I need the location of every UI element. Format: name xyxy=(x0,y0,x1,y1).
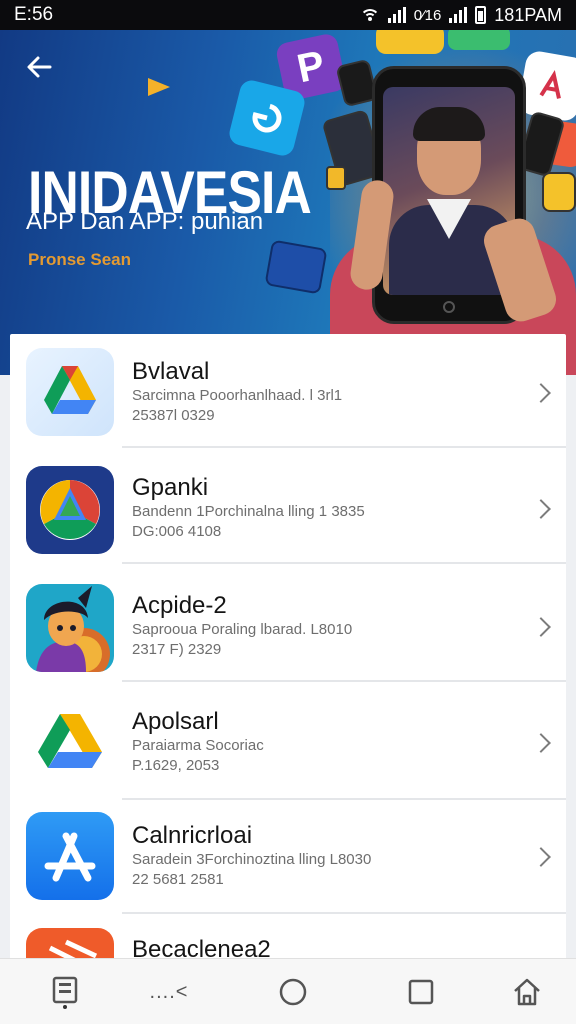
app-name: Gpanki xyxy=(132,474,209,501)
app-description: Sarcimna Pooorhanlhaad. l 3rl1 xyxy=(132,387,343,404)
app-meta: P.1629, 2053 xyxy=(132,757,220,774)
chevron-right-icon xyxy=(531,499,551,519)
floating-small-icon xyxy=(326,166,346,190)
house-button[interactable] xyxy=(510,975,544,1009)
home-circle-icon xyxy=(279,978,307,1006)
app-name: Bvlaval xyxy=(132,358,210,385)
app-description: Saprooua Poraling lbarad. L8010 xyxy=(132,621,353,638)
list-item[interactable]: Gpanki Bandenn 1Porchinalna lling 1 3835… xyxy=(10,450,566,564)
app-list: Bvlaval Sarcimna Pooorhanlhaad. l 3rl1 2… xyxy=(10,334,566,958)
chevron-right-icon xyxy=(531,847,551,867)
drive-triangle-icon xyxy=(26,348,114,436)
wifi-icon xyxy=(359,7,380,23)
divider xyxy=(122,446,566,448)
save-button[interactable] xyxy=(48,975,82,1009)
chevron-right-icon xyxy=(531,383,551,403)
divider xyxy=(122,562,566,564)
chrome-compass-icon xyxy=(26,466,114,554)
chevron-right-icon xyxy=(531,733,551,753)
back-button[interactable] xyxy=(24,52,60,88)
recent-square-icon xyxy=(408,979,434,1005)
share-icon: ....< xyxy=(149,980,189,1003)
app-name: Acpide-2 xyxy=(132,592,227,619)
list-item[interactable]: Acpide-2 Saprooua Poraling lbarad. L8010… xyxy=(10,568,566,682)
app-description: Saradein 3Forchinoztina lling L8030 xyxy=(132,851,372,868)
floating-appstore-icon xyxy=(264,239,328,295)
floating-swirl-icon xyxy=(226,77,308,159)
network-label: 0⁄16 xyxy=(413,6,442,24)
status-clock: 181PAM xyxy=(494,4,562,25)
app-meta: DG:006 4108 xyxy=(132,523,222,540)
arrow-left-icon xyxy=(27,56,52,78)
share-button[interactable]: ....< xyxy=(138,975,200,1009)
status-icons: 0⁄16 181PAM xyxy=(359,4,562,26)
app-name: Becaclenea2 xyxy=(132,936,271,958)
bottom-navigation: ....< xyxy=(0,958,576,1024)
list-item[interactable]: Bvlaval Sarcimna Pooorhanlhaad. l 3rl1 2… xyxy=(10,334,566,448)
house-icon xyxy=(514,978,540,1006)
app-name: Apolsarl xyxy=(132,708,219,735)
phone-home-button xyxy=(443,301,455,313)
list-item[interactable]: Becaclenea2 xyxy=(10,914,566,958)
signal-icon xyxy=(387,7,406,23)
avatar-character-icon xyxy=(26,584,114,672)
floating-speaker-icon xyxy=(542,172,576,212)
drive-logo-icon xyxy=(26,698,114,786)
app-description: Paraiarma Socoriac xyxy=(132,737,264,754)
app-store-icon xyxy=(26,812,114,900)
status-time: E:56 xyxy=(14,4,54,25)
home-button[interactable] xyxy=(276,975,310,1009)
person-hair xyxy=(413,107,485,141)
battery-icon xyxy=(475,6,487,24)
promo-banner: P INIDAVESIA APP Dan APP: puhian Pronse … xyxy=(0,30,576,375)
divider xyxy=(122,680,566,682)
app-name: Calnricrloai xyxy=(132,822,253,849)
list-item[interactable]: Apolsarl Paraiarma Socoriac P.1629, 2053 xyxy=(10,686,566,800)
chevron-right-icon xyxy=(531,617,551,637)
list-item[interactable]: Calnricrloai Saradein 3Forchinoztina lli… xyxy=(10,800,566,914)
floating-yellow-icon xyxy=(376,30,444,54)
app-meta: 2317 F) 2329 xyxy=(132,641,222,658)
save-icon xyxy=(52,976,78,1009)
orange-app-icon xyxy=(26,928,114,958)
floating-green-icon xyxy=(448,30,510,50)
recent-apps-button[interactable] xyxy=(404,975,438,1009)
signal-icon-2 xyxy=(449,7,468,23)
app-description: Bandenn 1Porchinalna lling 1 3835 xyxy=(132,503,365,520)
banner-subtitle: APP Dan APP: puhian xyxy=(26,208,264,235)
play-shape-icon xyxy=(148,78,170,96)
app-meta: 25387l 0329 xyxy=(132,407,215,424)
status-bar: E:56 0⁄16 181PAM xyxy=(0,0,576,30)
banner-tagline: Pronse Sean xyxy=(28,250,131,269)
app-meta: 22 5681 2581 xyxy=(132,871,224,888)
